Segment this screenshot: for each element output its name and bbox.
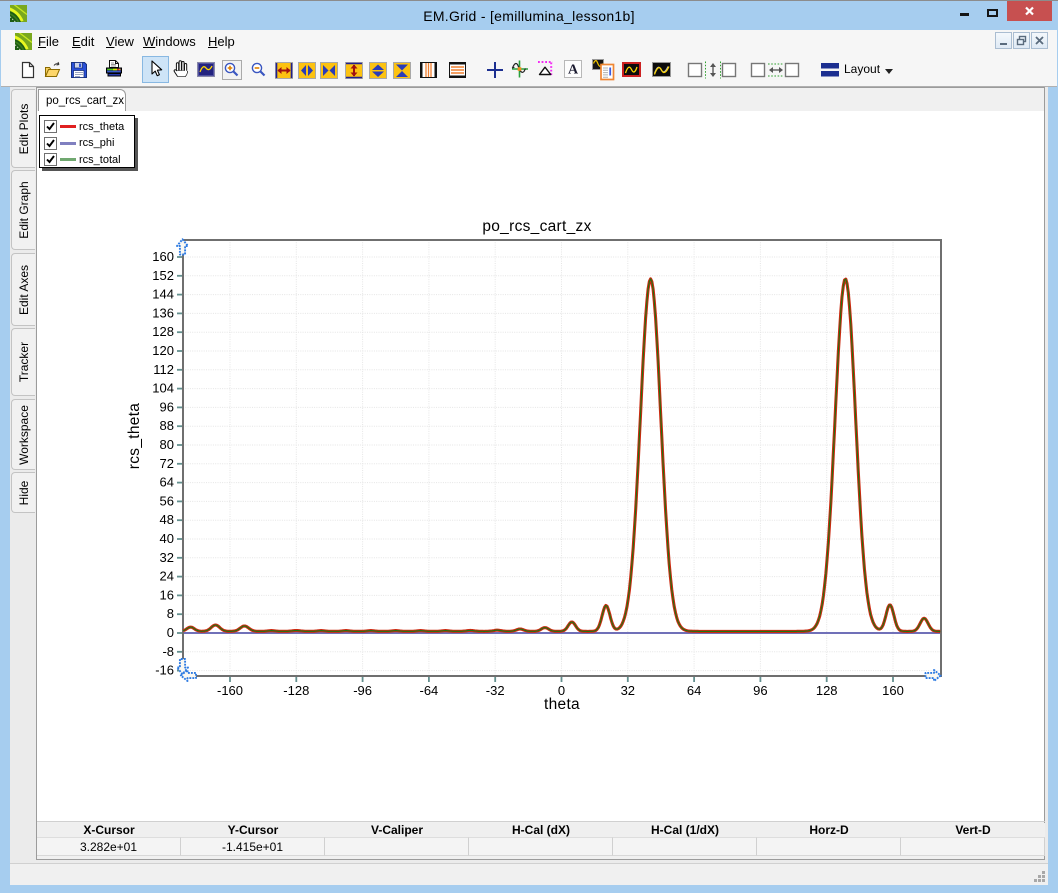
svg-text:160: 160 bbox=[152, 249, 174, 264]
svg-text:128: 128 bbox=[152, 324, 174, 339]
svg-text:64: 64 bbox=[687, 683, 701, 698]
svg-text:88: 88 bbox=[160, 418, 174, 433]
svg-text:16: 16 bbox=[160, 587, 174, 602]
svg-text:8: 8 bbox=[167, 606, 174, 621]
svg-text:-64: -64 bbox=[420, 683, 439, 698]
svg-text:0: 0 bbox=[167, 625, 174, 640]
svg-text:152: 152 bbox=[152, 268, 174, 283]
svg-text:-32: -32 bbox=[486, 683, 505, 698]
svg-text:48: 48 bbox=[160, 512, 174, 527]
svg-text:-96: -96 bbox=[353, 683, 372, 698]
svg-text:A: A bbox=[568, 63, 579, 78]
svg-text:128: 128 bbox=[816, 683, 838, 698]
svg-text:64: 64 bbox=[160, 475, 174, 490]
svg-text:96: 96 bbox=[160, 399, 174, 414]
svg-text:144: 144 bbox=[152, 287, 174, 302]
svg-text:-160: -160 bbox=[217, 683, 243, 698]
svg-text:-128: -128 bbox=[283, 683, 309, 698]
svg-text:96: 96 bbox=[753, 683, 767, 698]
svg-text:104: 104 bbox=[152, 381, 174, 396]
svg-text:24: 24 bbox=[160, 569, 174, 584]
svg-text:32: 32 bbox=[160, 550, 174, 565]
svg-text:-16: -16 bbox=[155, 663, 174, 678]
svg-text:po_rcs_cart_zx: po_rcs_cart_zx bbox=[482, 218, 591, 235]
svg-text:112: 112 bbox=[153, 362, 174, 377]
svg-text:136: 136 bbox=[152, 305, 174, 320]
svg-text:theta: theta bbox=[544, 696, 580, 713]
svg-text:-8: -8 bbox=[162, 644, 174, 659]
svg-text:72: 72 bbox=[160, 456, 174, 471]
svg-text:40: 40 bbox=[160, 531, 174, 546]
svg-text:160: 160 bbox=[882, 683, 904, 698]
svg-text:32: 32 bbox=[621, 683, 635, 698]
svg-text:rcs_theta: rcs_theta bbox=[126, 403, 143, 470]
svg-text:80: 80 bbox=[160, 437, 174, 452]
svg-text:56: 56 bbox=[160, 493, 174, 508]
svg-text:120: 120 bbox=[152, 343, 174, 358]
